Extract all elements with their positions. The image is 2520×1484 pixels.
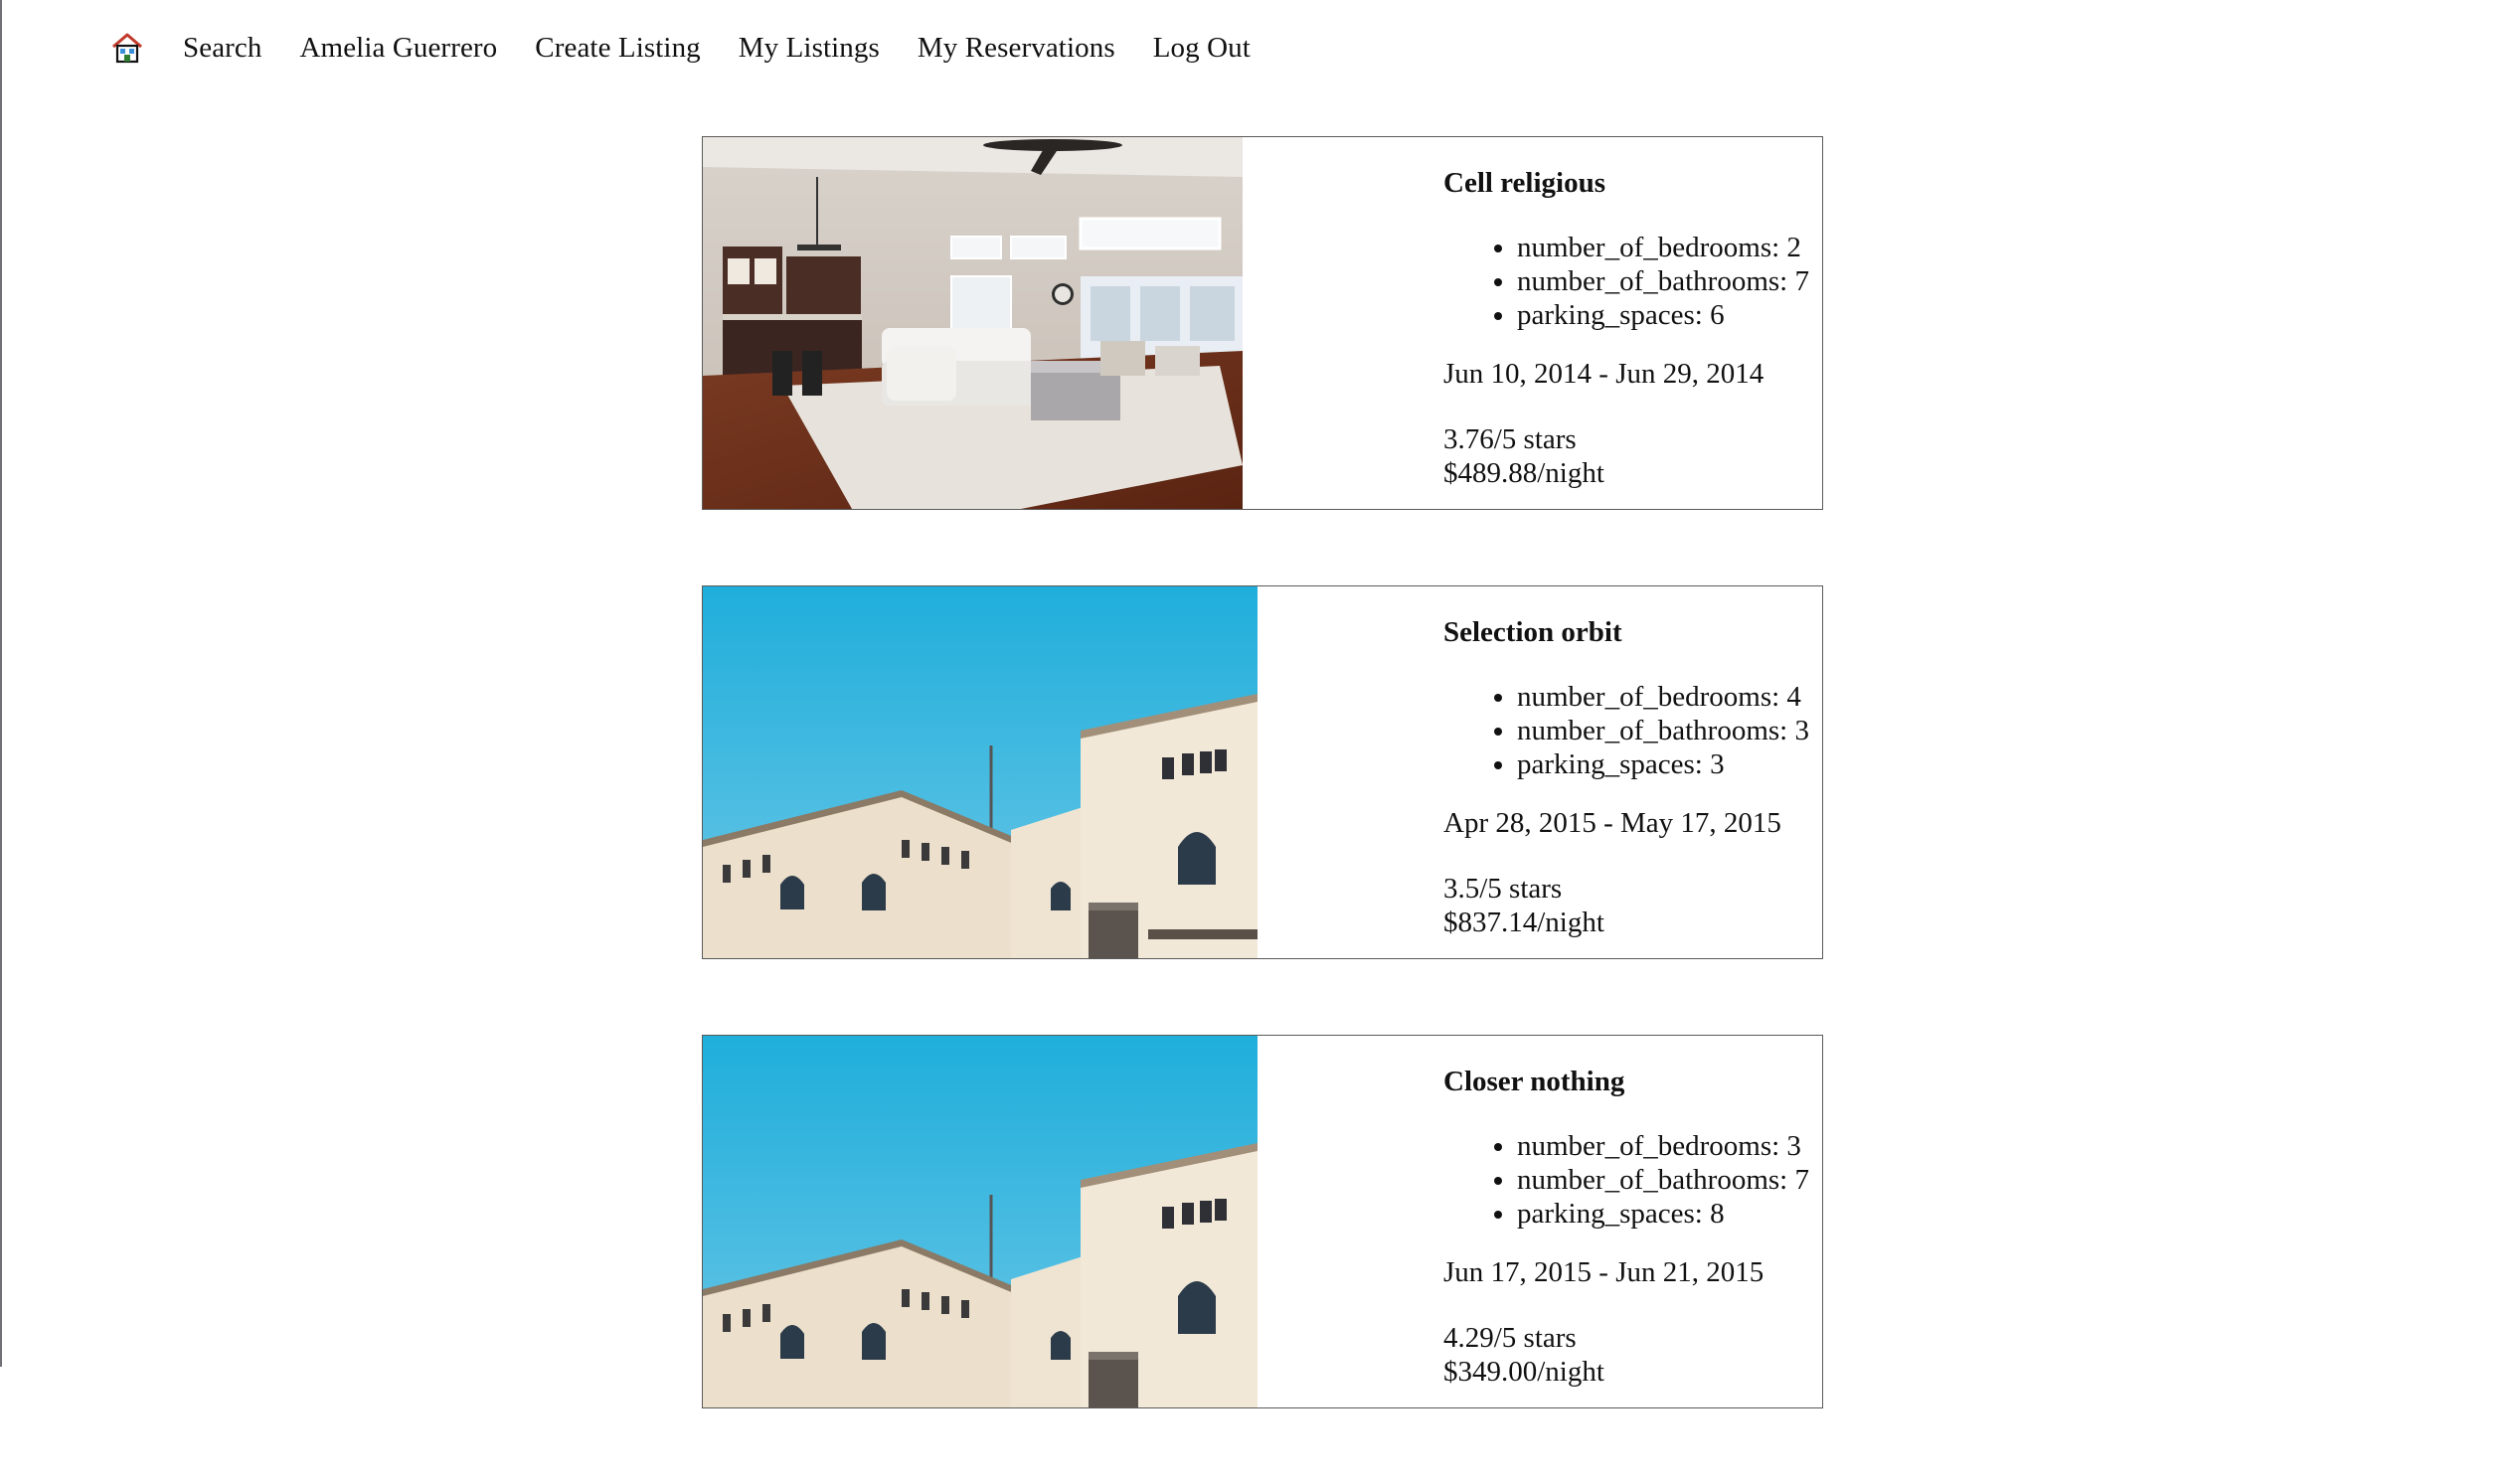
detail-parking: parking_spaces: 8 [1517, 1197, 1809, 1231]
listing-info: Closer nothing number_of_bedrooms: 3 num… [1258, 1036, 1822, 1407]
listing-photo [703, 586, 1258, 958]
listing-rating: 3.5/5 stars [1443, 873, 1563, 905]
detail-bedrooms: number_of_bedrooms: 4 [1517, 680, 1809, 714]
nav-create-listing-link[interactable]: Create Listing [535, 32, 701, 65]
listing-details: number_of_bedrooms: 4 number_of_bathroom… [1443, 680, 1809, 781]
nav-my-reservations-link[interactable]: My Reservations [918, 32, 1115, 65]
detail-bathrooms: number_of_bathrooms: 7 [1517, 1163, 1809, 1197]
listing-photo [703, 137, 1243, 509]
detail-bathrooms: number_of_bathrooms: 7 [1517, 264, 1809, 298]
listing-price: $349.00/night [1443, 1356, 1604, 1388]
listing-info: Cell religious number_of_bedrooms: 2 num… [1243, 137, 1822, 509]
reservation-dates: Jun 10, 2014 - Jun 29, 2014 [1443, 358, 1764, 390]
top-nav: Search Amelia Guerrero Create Listing My… [107, 22, 1288, 74]
listing-details: number_of_bedrooms: 2 number_of_bathroom… [1443, 231, 1809, 332]
detail-parking: parking_spaces: 3 [1517, 747, 1809, 781]
listing-price: $837.14/night [1443, 907, 1604, 938]
reservation-list: Cell religious number_of_bedrooms: 2 num… [702, 136, 1823, 1484]
listing-title: Cell religious [1443, 167, 1605, 199]
listing-details: number_of_bedrooms: 3 number_of_bathroom… [1443, 1129, 1809, 1231]
listing-rating: 3.76/5 stars [1443, 423, 1577, 455]
listing-photo [703, 1036, 1258, 1407]
nav-profile-link[interactable]: Amelia Guerrero [300, 32, 498, 65]
nav-search-link[interactable]: Search [183, 32, 262, 65]
listing-info: Selection orbit number_of_bedrooms: 4 nu… [1258, 586, 1822, 958]
detail-bedrooms: number_of_bedrooms: 2 [1517, 231, 1809, 264]
home-link[interactable] [107, 28, 147, 68]
listing-rating: 4.29/5 stars [1443, 1322, 1577, 1354]
nav-log-out-link[interactable]: Log Out [1153, 32, 1251, 65]
detail-bedrooms: number_of_bedrooms: 3 [1517, 1129, 1809, 1163]
listing-title: Closer nothing [1443, 1066, 1625, 1097]
reservation-card[interactable]: Selection orbit number_of_bedrooms: 4 nu… [702, 585, 1823, 959]
window-edge [0, 0, 2, 1367]
detail-bathrooms: number_of_bathrooms: 3 [1517, 714, 1809, 747]
reservation-dates: Apr 28, 2015 - May 17, 2015 [1443, 807, 1781, 839]
reservation-card[interactable]: Closer nothing number_of_bedrooms: 3 num… [702, 1035, 1823, 1408]
listing-price: $489.88/night [1443, 457, 1604, 489]
detail-parking: parking_spaces: 6 [1517, 298, 1809, 332]
home-icon [112, 33, 142, 64]
reservation-dates: Jun 17, 2015 - Jun 21, 2015 [1443, 1256, 1764, 1288]
reservation-card[interactable]: Cell religious number_of_bedrooms: 2 num… [702, 136, 1823, 510]
nav-my-listings-link[interactable]: My Listings [739, 32, 880, 65]
listing-title: Selection orbit [1443, 616, 1622, 648]
